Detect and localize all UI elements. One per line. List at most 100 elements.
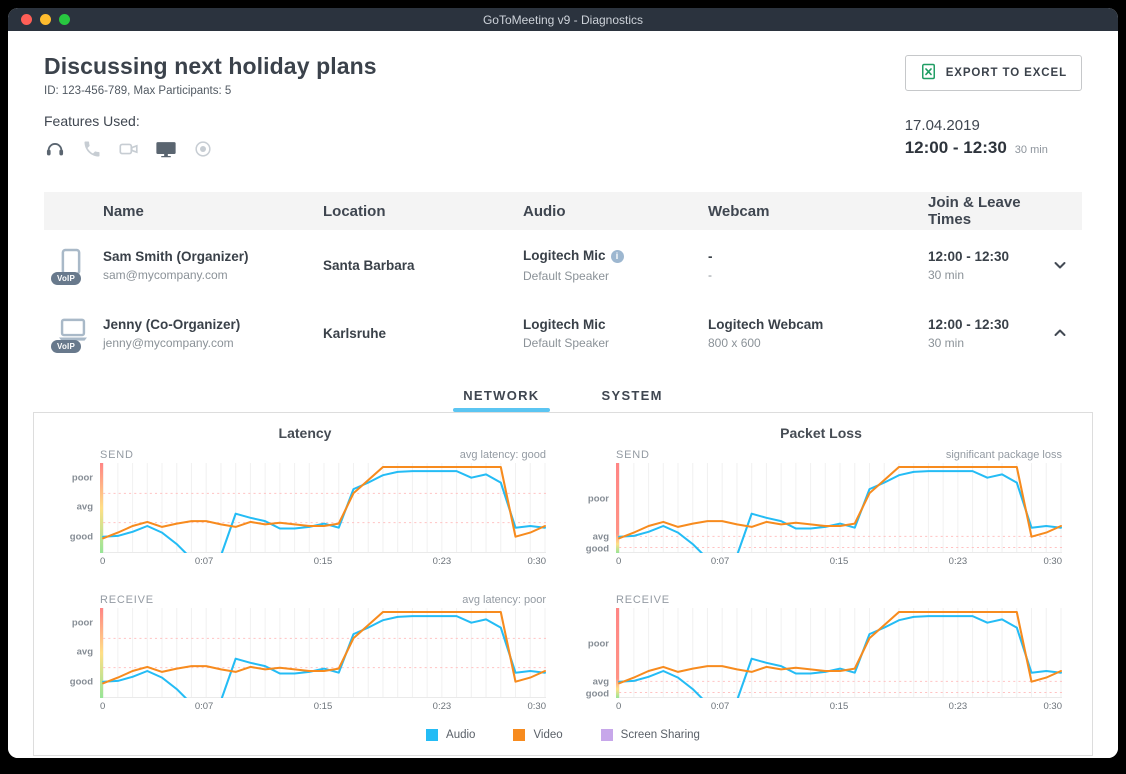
y-axis-label: avg bbox=[77, 502, 93, 513]
webcam-resolution: 800 x 600 bbox=[708, 336, 928, 350]
audio-legend-swatch bbox=[426, 729, 438, 741]
y-axis: poor avg good bbox=[64, 608, 100, 698]
participant-name: Jenny (Co-Organizer) bbox=[103, 317, 323, 332]
audio-speaker: Default Speaker bbox=[523, 269, 708, 283]
chart-direction-label: RECEIVE bbox=[100, 594, 154, 606]
zoom-window-button[interactable] bbox=[59, 14, 70, 25]
diagnostics-panel: Latency SEND avg latency: good pooravggo… bbox=[33, 412, 1093, 756]
x-axis-tick: 0:30 bbox=[528, 556, 547, 567]
participant-row: VoIP Sam Smith (Organizer) sam@mycompany… bbox=[44, 230, 1082, 298]
y-axis-label: poor bbox=[588, 494, 609, 505]
chart-plot bbox=[616, 463, 1062, 553]
chart-direction-label: SEND bbox=[616, 449, 650, 461]
chart-plot bbox=[616, 608, 1062, 698]
participant-email: sam@mycompany.com bbox=[103, 268, 323, 282]
screen-share-icon bbox=[155, 138, 177, 160]
window-title: GoToMeeting v9 - Diagnostics bbox=[483, 13, 643, 27]
column-header-times: Join & Leave Times bbox=[928, 194, 1046, 228]
phone-icon bbox=[81, 138, 103, 160]
x-axis-tick: 0 bbox=[616, 701, 621, 712]
chart-title: Packet Loss bbox=[580, 425, 1062, 445]
audio-speaker: Default Speaker bbox=[523, 336, 708, 350]
y-axis-label: avg bbox=[593, 531, 609, 542]
meeting-subtitle: ID: 123-456-789, Max Participants: 5 bbox=[44, 85, 377, 97]
x-axis-tick: 0:15 bbox=[830, 701, 849, 712]
x-axis-tick: 0:07 bbox=[711, 701, 730, 712]
webcam-device: Logitech Webcam bbox=[708, 317, 928, 332]
y-axis-label: good bbox=[586, 544, 609, 555]
y-axis-label: good bbox=[586, 689, 609, 700]
laptop-device-icon: VoIP bbox=[56, 315, 90, 351]
y-axis-label: avg bbox=[593, 676, 609, 687]
legend-item: Audio bbox=[426, 729, 475, 741]
column-header-webcam: Webcam bbox=[708, 203, 928, 220]
x-axis: 00:070:150:230:30 bbox=[616, 553, 1062, 568]
chevron-up-icon[interactable] bbox=[1046, 319, 1074, 347]
y-axis: pooravggood bbox=[580, 608, 616, 698]
webcam-resolution: - bbox=[708, 268, 928, 282]
x-axis-tick: 0:23 bbox=[433, 701, 452, 712]
participant-email: jenny@mycompany.com bbox=[103, 336, 323, 350]
chart-title: Latency bbox=[64, 425, 546, 445]
export-to-excel-button[interactable]: EXPORT TO EXCEL bbox=[905, 55, 1082, 91]
x-axis-tick: 0:15 bbox=[830, 556, 849, 567]
chart-legend: Audio Video Screen Sharing bbox=[64, 729, 1062, 741]
x-axis-tick: 0:30 bbox=[1044, 701, 1063, 712]
diagnostics-tabs: NETWORK SYSTEM bbox=[8, 380, 1118, 412]
tab-network[interactable]: NETWORK bbox=[459, 380, 543, 412]
x-axis: 00:070:150:230:30 bbox=[100, 553, 546, 568]
y-axis-label: avg bbox=[77, 647, 93, 658]
tab-system[interactable]: SYSTEM bbox=[598, 380, 667, 412]
minimize-window-button[interactable] bbox=[40, 14, 51, 25]
window-titlebar: GoToMeeting v9 - Diagnostics bbox=[8, 8, 1118, 31]
packet-loss-send-chart: Packet Loss SEND significant package los… bbox=[580, 423, 1062, 568]
x-axis-tick: 0 bbox=[100, 701, 105, 712]
x-axis-tick: 0:23 bbox=[949, 701, 968, 712]
chart-annotation: avg latency: poor bbox=[462, 594, 546, 606]
meeting-title: Discussing next holiday plans bbox=[44, 53, 377, 80]
y-axis: pooravggood bbox=[64, 463, 100, 553]
x-axis-tick: 0:30 bbox=[528, 701, 547, 712]
join-leave-duration: 30 min bbox=[928, 268, 1046, 282]
column-header-audio: Audio bbox=[523, 203, 708, 220]
y-axis-label: poor bbox=[72, 473, 93, 484]
x-axis-tick: 0:30 bbox=[1044, 556, 1063, 567]
screen-sharing-legend-swatch bbox=[601, 729, 613, 741]
header-left: Discussing next holiday plans ID: 123-45… bbox=[44, 53, 377, 160]
audio-device: Logitech Mic bbox=[523, 248, 606, 263]
x-axis: 00:070:150:230:30 bbox=[100, 698, 546, 713]
legend-label: Audio bbox=[446, 729, 475, 741]
x-axis: 0 0:07 0:15 0:23 0:30 bbox=[616, 698, 1062, 713]
webcam-device: - bbox=[708, 249, 928, 264]
chart-direction-label: SEND bbox=[100, 449, 134, 461]
info-icon[interactable]: i bbox=[611, 250, 624, 263]
x-axis-tick: 0:07 bbox=[195, 701, 214, 712]
latency-receive-chart: RECEIVE avg latency: poor poor avg good 0 0… bbox=[64, 582, 546, 713]
excel-icon bbox=[920, 63, 937, 83]
webcam-icon bbox=[118, 138, 140, 160]
legend-label: Screen Sharing bbox=[621, 729, 700, 741]
chart-direction-label: RECEIVE bbox=[616, 594, 670, 606]
voip-badge: VoIP bbox=[51, 340, 81, 353]
chevron-down-icon[interactable] bbox=[1046, 251, 1074, 279]
close-window-button[interactable] bbox=[21, 14, 32, 25]
x-axis-tick: 0:07 bbox=[711, 556, 730, 567]
x-axis-tick: 0 bbox=[100, 556, 105, 567]
latency-send-chart: Latency SEND avg latency: good pooravggo… bbox=[64, 423, 546, 568]
y-axis-label: poor bbox=[72, 618, 93, 629]
export-button-label: EXPORT TO EXCEL bbox=[946, 67, 1067, 79]
x-axis-tick: 0:15 bbox=[314, 556, 333, 567]
voip-badge: VoIP bbox=[51, 272, 81, 285]
headset-icon bbox=[44, 138, 66, 160]
phone-device-icon: VoIP bbox=[56, 247, 90, 283]
legend-label: Video bbox=[533, 729, 562, 741]
chart-annotation: significant package loss bbox=[946, 449, 1062, 461]
column-header-name: Name bbox=[103, 203, 323, 220]
column-header-location: Location bbox=[323, 203, 523, 220]
x-axis-tick: 0:07 bbox=[195, 556, 214, 567]
join-leave-duration: 30 min bbox=[928, 336, 1046, 350]
features-row bbox=[44, 138, 377, 160]
y-axis-label: good bbox=[70, 676, 93, 687]
participant-location: Karlsruhe bbox=[323, 326, 523, 341]
main-content: Discussing next holiday plans ID: 123-45… bbox=[8, 31, 1118, 758]
